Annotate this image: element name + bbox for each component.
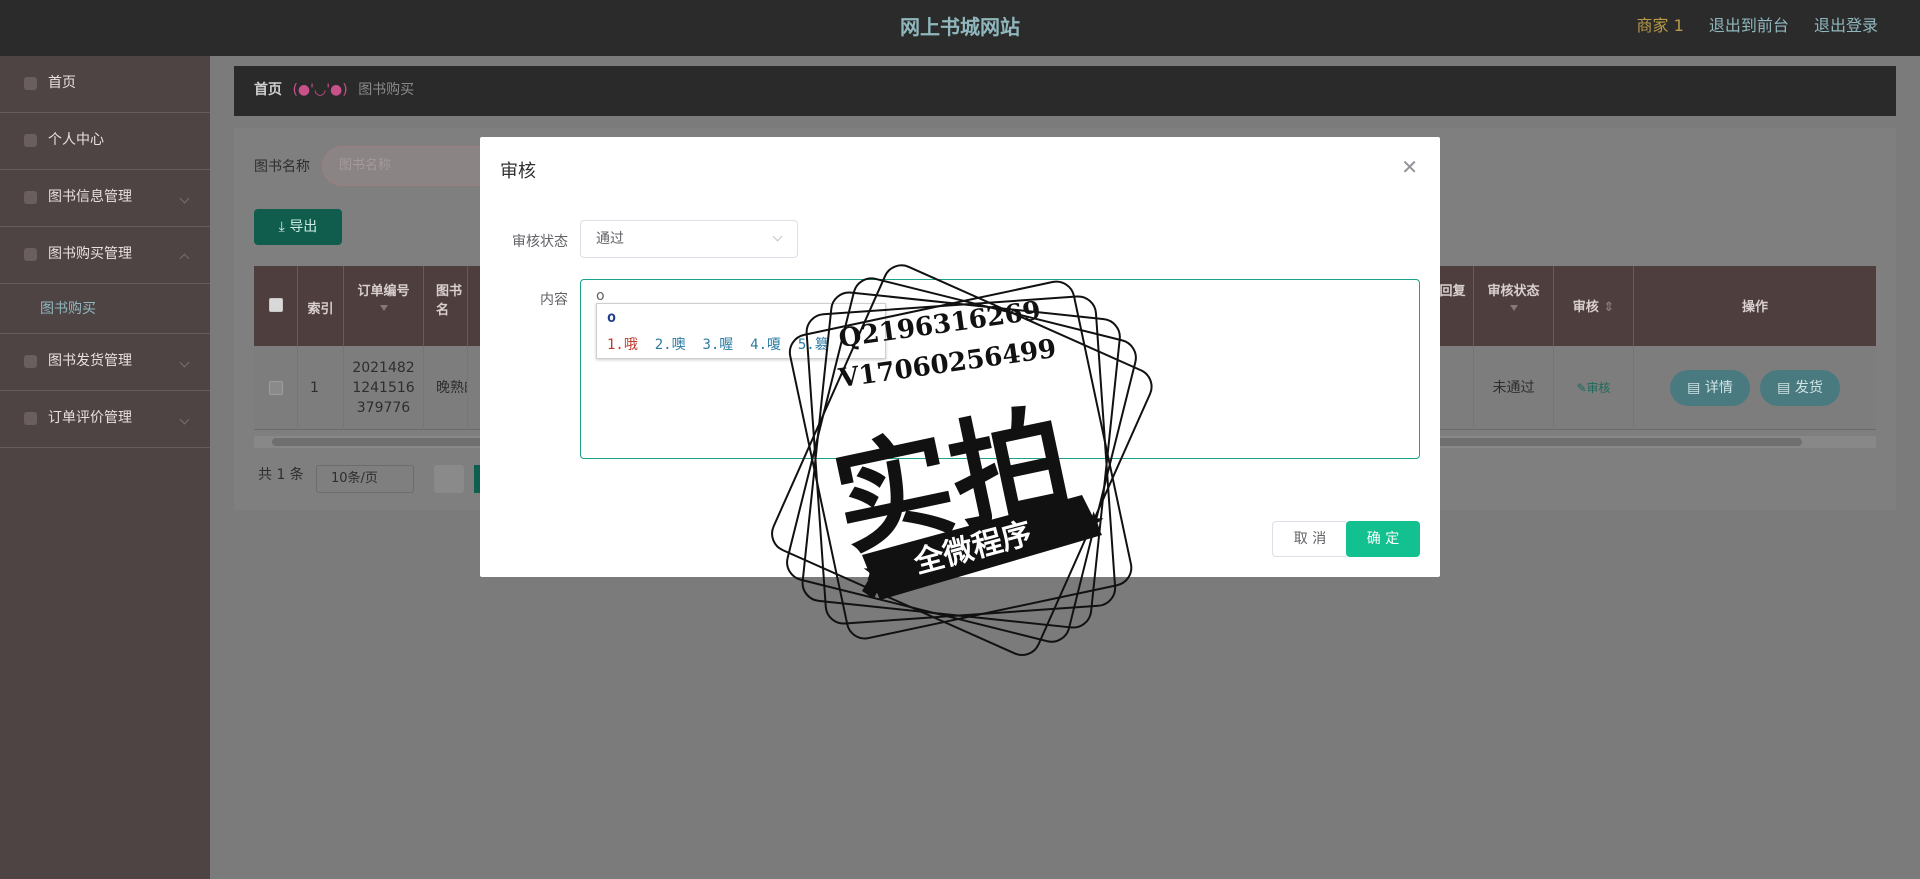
merchant-name: 商家 1 (1636, 16, 1684, 35)
ime-candidate[interactable]: 2.噢 (655, 337, 686, 353)
sidebar-item-profile[interactable]: 个人中心 (0, 113, 210, 170)
audit-link-label: 审核 (1586, 381, 1611, 395)
detail-label: 详情 (1704, 380, 1733, 396)
col-order-no-label: 订单编号 (357, 284, 410, 299)
row-audit-status: 未通过 (1474, 346, 1554, 430)
breadcrumb-current: 图书购买 (358, 82, 415, 98)
ime-candidate[interactable]: 1.哦 (607, 337, 638, 353)
row-book-name: 晚熟的 (424, 346, 468, 430)
document-icon: ▤ (1777, 380, 1795, 396)
row-audit-link[interactable]: ✎ 审核 (1554, 346, 1634, 430)
ime-candidate[interactable]: 3.喔 (702, 337, 733, 353)
sidebar-item-label: 图书发货管理 (48, 353, 132, 369)
select-all-cell (254, 266, 298, 346)
status-label: 审核状态 (512, 234, 568, 250)
select-all-checkbox[interactable] (268, 298, 283, 312)
chevron-down-icon (179, 193, 190, 204)
document-icon: ▤ (1687, 380, 1705, 396)
sidebar-item-shipping[interactable]: 图书发货管理 (0, 334, 210, 391)
cancel-button[interactable]: 取 消 (1272, 521, 1348, 557)
ship-button[interactable]: ▤ 发货 (1760, 370, 1840, 406)
edit-icon: ✎ (1576, 381, 1587, 395)
row-checkbox[interactable] (268, 381, 283, 395)
sort-icon (379, 305, 388, 311)
col-actions: 操作 (1741, 300, 1768, 315)
svg-text:★: ★ (1082, 507, 1105, 537)
ime-composition: o (607, 308, 617, 326)
row-order-no: 2021482 1241516 379776 (344, 346, 424, 430)
comment-icon (24, 412, 37, 425)
col-order-no[interactable]: 订单编号 (344, 266, 424, 346)
chevron-down-icon (179, 414, 190, 425)
chevron-down-icon (772, 231, 783, 242)
sidebar-item-reviews[interactable]: 订单评价管理 (0, 391, 210, 448)
content-label: 内容 (540, 292, 568, 308)
export-button[interactable]: ⤓ 导出 (254, 209, 342, 245)
order-no-line: 2021482 (352, 360, 415, 376)
sort-icon (1509, 305, 1518, 311)
dialog-title: 审核 (500, 161, 536, 182)
col-book-name-label: 图书名 (436, 284, 463, 318)
sidebar-item-label: 首页 (48, 75, 76, 91)
sidebar-item-label: 订单评价管理 (48, 410, 132, 426)
top-right-links: 商家 1 退出到前台 退出登录 (1617, 0, 1879, 56)
col-audit-label: 审核 (1572, 300, 1599, 315)
sort-icon: ⇕ (1603, 300, 1615, 315)
col-audit-status[interactable]: 审核状态 (1474, 266, 1554, 346)
search-label: 图书名称 (254, 159, 310, 175)
home-icon (24, 77, 37, 90)
top-bar: 网上书城网站 商家 1 退出到前台 退出登录 (0, 0, 1920, 56)
sidebar: 首页 个人中心 图书信息管理 图书购买管理 图书购买 图书发货管理 订单评价管理 (0, 56, 210, 879)
sidebar-subitem-purchase[interactable]: 图书购买 (0, 284, 210, 334)
detail-button[interactable]: ▤ 详情 (1670, 370, 1750, 406)
user-icon (24, 134, 37, 147)
row-select-cell (254, 346, 298, 430)
book-icon (24, 191, 37, 204)
order-no-line: 1241516 (352, 380, 415, 396)
col-index: 索引 (298, 266, 344, 346)
truck-icon (24, 355, 37, 368)
chevron-down-icon (179, 357, 190, 368)
page-size-select[interactable]: 10条/页 (316, 465, 414, 493)
breadcrumb-home[interactable]: 首页 (254, 82, 282, 98)
pager-total: 共 1 条 (258, 467, 304, 483)
ship-label: 发货 (1794, 380, 1823, 396)
breadcrumb-separator: (●'◡'●) (292, 82, 348, 98)
status-select[interactable]: 通过 (580, 220, 798, 258)
col-book-name[interactable]: 图书名 (424, 266, 468, 346)
sidebar-item-label: 个人中心 (48, 132, 104, 148)
logout-link[interactable]: 退出登录 (1814, 16, 1878, 35)
col-audit-status-label: 审核状态 (1487, 284, 1540, 299)
close-icon[interactable]: ✕ (1401, 155, 1418, 179)
chevron-up-icon (179, 253, 190, 264)
sidebar-item-label: 图书信息管理 (48, 189, 132, 205)
breadcrumb: 首页 (●'◡'●) 图书购买 (234, 66, 1896, 116)
search-input[interactable]: 图书名称 (322, 146, 502, 186)
export-label: 导出 (289, 219, 318, 235)
order-no-line: 379776 (356, 400, 411, 416)
prev-page-button[interactable] (434, 465, 464, 493)
cart-icon (24, 248, 37, 261)
status-select-value: 通过 (596, 231, 624, 247)
confirm-button[interactable]: 确 定 (1346, 521, 1420, 557)
sidebar-item-book-info[interactable]: 图书信息管理 (0, 170, 210, 227)
download-icon: ⤓ (278, 219, 290, 235)
sidebar-item-purchase-manage[interactable]: 图书购买管理 (0, 227, 210, 284)
watermark-stamp: ★ ★ Q2196316269 V17060256499 实拍 全微程序 (752, 255, 1170, 670)
row-index: 1 (298, 346, 344, 430)
row-actions: ▤ 详情 ▤ 发货 (1634, 346, 1876, 430)
sidebar-item-home[interactable]: 首页 (0, 56, 210, 113)
front-link[interactable]: 退出到前台 (1709, 16, 1789, 35)
sidebar-item-label: 图书购买管理 (48, 246, 132, 262)
col-audit[interactable]: 审核 ⇕ (1554, 266, 1634, 346)
